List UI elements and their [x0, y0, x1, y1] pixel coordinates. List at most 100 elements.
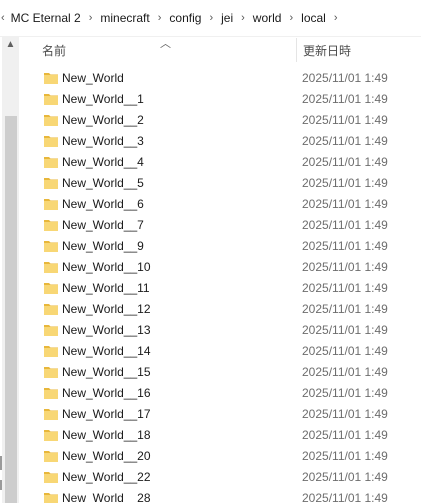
- folder-name: New_World__15: [62, 365, 151, 379]
- folder-row[interactable]: New_World__3 2025/11/01 1:49: [19, 131, 421, 152]
- date-modified: 2025/11/01 1:49: [302, 218, 388, 232]
- folder-icon: [44, 241, 58, 252]
- chevron-right-icon[interactable]: ›: [89, 12, 93, 24]
- breadcrumb-item-config[interactable]: config: [168, 9, 202, 27]
- column-divider[interactable]: [296, 38, 297, 62]
- scrollbar-thumb[interactable]: [5, 116, 17, 503]
- folder-row[interactable]: New_World__22 2025/11/01 1:49: [19, 467, 421, 488]
- date-modified: 2025/11/01 1:49: [302, 281, 388, 295]
- folder-name: New_World__2: [62, 113, 144, 127]
- date-modified: 2025/11/01 1:49: [302, 155, 388, 169]
- folder-icon: [44, 388, 58, 399]
- folder-row[interactable]: New_World__18 2025/11/01 1:49: [19, 425, 421, 446]
- folder-row[interactable]: New_World__12 2025/11/01 1:49: [19, 299, 421, 320]
- folder-row[interactable]: New_World__17 2025/11/01 1:49: [19, 404, 421, 425]
- folder-name: New_World__18: [62, 428, 151, 442]
- folder-name: New_World__16: [62, 386, 151, 400]
- folder-icon: [44, 430, 58, 441]
- date-modified: 2025/11/01 1:49: [302, 449, 388, 463]
- date-modified: 2025/11/01 1:49: [302, 470, 388, 484]
- breadcrumb: ‹ MC Eternal 2 › minecraft › config › je…: [0, 0, 421, 37]
- folder-name: New_World__4: [62, 155, 144, 169]
- breadcrumb-item-jei[interactable]: jei: [220, 9, 234, 27]
- folder-name: New_World__13: [62, 323, 151, 337]
- folder-row[interactable]: New_World__15 2025/11/01 1:49: [19, 362, 421, 383]
- date-modified: 2025/11/01 1:49: [302, 113, 388, 127]
- folder-name: New_World__3: [62, 134, 144, 148]
- folder-row[interactable]: New_World__28 2025/11/01 1:49: [19, 488, 421, 503]
- folder-row[interactable]: New_World__16 2025/11/01 1:49: [19, 383, 421, 404]
- folder-name: New_World__10: [62, 260, 151, 274]
- folder-row[interactable]: New_World__5 2025/11/01 1:49: [19, 173, 421, 194]
- column-header-date-modified[interactable]: 更新日時: [303, 42, 351, 59]
- folder-icon: [44, 325, 58, 336]
- folder-icon: [44, 493, 58, 503]
- date-modified: 2025/11/01 1:49: [302, 92, 388, 106]
- folder-row[interactable]: New_World__20 2025/11/01 1:49: [19, 446, 421, 467]
- folder-icon: [44, 409, 58, 420]
- folder-icon: [44, 451, 58, 462]
- folder-row[interactable]: New_World__6 2025/11/01 1:49: [19, 194, 421, 215]
- folder-row[interactable]: New_World__9 2025/11/01 1:49: [19, 236, 421, 257]
- folder-row[interactable]: New_World__2 2025/11/01 1:49: [19, 110, 421, 131]
- date-modified: 2025/11/01 1:49: [302, 428, 388, 442]
- date-modified: 2025/11/01 1:49: [302, 71, 388, 85]
- date-modified: 2025/11/01 1:49: [302, 260, 388, 274]
- file-explorer-window: ‹ MC Eternal 2 › minecraft › config › je…: [0, 0, 421, 503]
- vertical-scrollbar[interactable]: ▲: [2, 36, 19, 503]
- folder-name: New_World__11: [62, 281, 150, 295]
- date-modified: 2025/11/01 1:49: [302, 365, 388, 379]
- column-header-name[interactable]: 名前: [42, 42, 66, 59]
- chevron-right-icon[interactable]: ›: [334, 12, 338, 24]
- date-modified: 2025/11/01 1:49: [302, 134, 388, 148]
- breadcrumb-item-local[interactable]: local: [300, 9, 327, 27]
- folder-row[interactable]: New_World__13 2025/11/01 1:49: [19, 320, 421, 341]
- folder-icon: [44, 94, 58, 105]
- scroll-up-arrow-icon[interactable]: ▲: [2, 36, 19, 53]
- breadcrumb-item-minecraft[interactable]: minecraft: [99, 9, 150, 27]
- folder-row[interactable]: New_World__10 2025/11/01 1:49: [19, 257, 421, 278]
- date-modified: 2025/11/01 1:49: [302, 386, 388, 400]
- folder-name: New_World__14: [62, 344, 151, 358]
- date-modified: 2025/11/01 1:49: [302, 239, 388, 253]
- folder-row[interactable]: New_World 2025/11/01 1:49: [19, 68, 421, 89]
- folder-icon: [44, 73, 58, 84]
- breadcrumb-overflow-chevron-icon[interactable]: ‹: [1, 12, 5, 24]
- folder-icon: [44, 304, 58, 315]
- folder-row[interactable]: New_World__14 2025/11/01 1:49: [19, 341, 421, 362]
- chevron-right-icon[interactable]: ›: [158, 12, 162, 24]
- chevron-right-icon[interactable]: ›: [241, 12, 245, 24]
- folder-name: New_World__12: [62, 302, 151, 316]
- folder-icon: [44, 346, 58, 357]
- folder-row[interactable]: New_World__11 2025/11/01 1:49: [19, 278, 421, 299]
- date-modified: 2025/11/01 1:49: [302, 302, 388, 316]
- breadcrumb-item-world[interactable]: world: [252, 9, 283, 27]
- folder-icon: [44, 115, 58, 126]
- folder-name: New_World__22: [62, 470, 151, 484]
- folder-row[interactable]: New_World__7 2025/11/01 1:49: [19, 215, 421, 236]
- date-modified: 2025/11/01 1:49: [302, 407, 388, 421]
- folder-icon: [44, 283, 58, 294]
- folder-name: New_World__9: [62, 239, 144, 253]
- folder-row[interactable]: New_World__4 2025/11/01 1:49: [19, 152, 421, 173]
- date-modified: 2025/11/01 1:49: [302, 176, 388, 190]
- folder-name: New_World__5: [62, 176, 144, 190]
- folder-name: New_World__7: [62, 218, 144, 232]
- folder-row[interactable]: New_World__1 2025/11/01 1:49: [19, 89, 421, 110]
- folder-icon: [44, 220, 58, 231]
- folder-icon: [44, 262, 58, 273]
- date-modified: 2025/11/01 1:49: [302, 344, 388, 358]
- folder-icon: [44, 367, 58, 378]
- date-modified: 2025/11/01 1:49: [302, 197, 388, 211]
- chevron-right-icon[interactable]: ›: [289, 12, 293, 24]
- sort-ascending-icon: ︿: [160, 38, 171, 50]
- folder-name: New_World__20: [62, 449, 151, 463]
- chevron-right-icon[interactable]: ›: [209, 12, 213, 24]
- date-modified: 2025/11/01 1:49: [302, 323, 388, 337]
- column-header-row: ︿ 名前 更新日時: [19, 36, 421, 64]
- breadcrumb-item-mc-eternal-2[interactable]: MC Eternal 2: [10, 9, 82, 27]
- folder-icon: [44, 472, 58, 483]
- file-list: New_World 2025/11/01 1:49 New_World__1 2025…: [19, 68, 421, 503]
- folder-icon: [44, 136, 58, 147]
- folder-icon: [44, 157, 58, 168]
